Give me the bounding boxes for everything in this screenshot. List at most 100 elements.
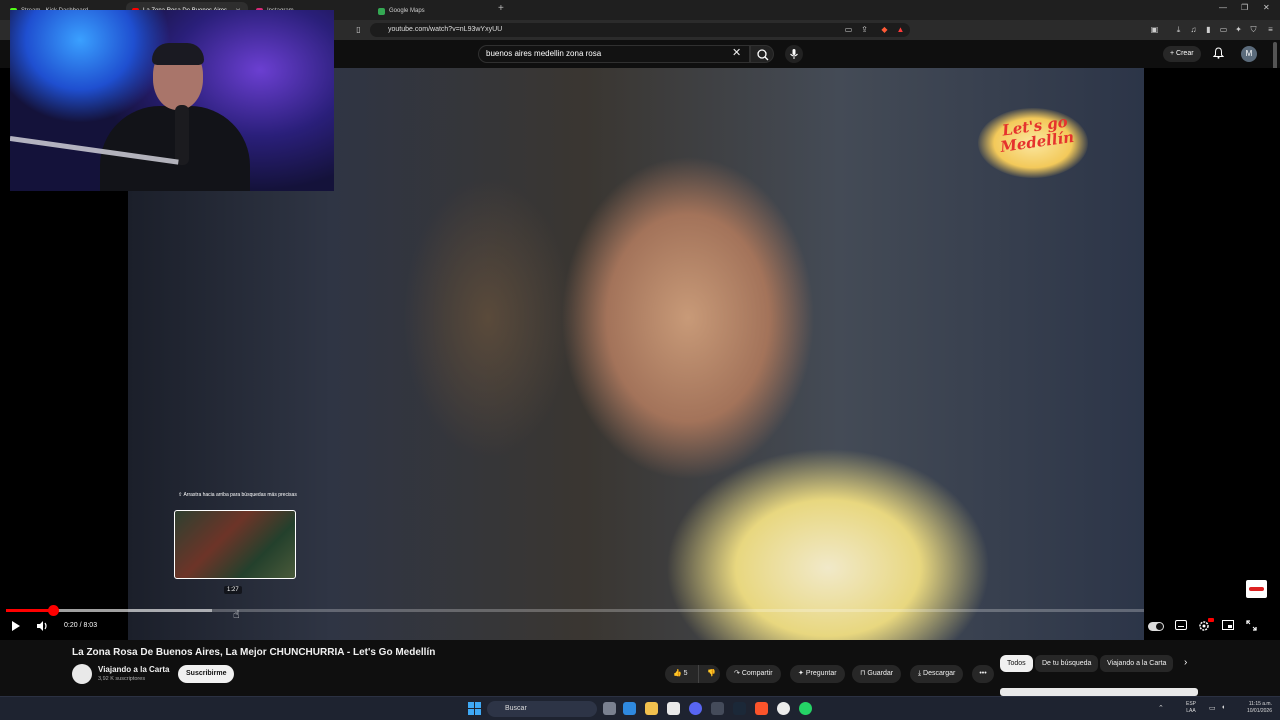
chip-from-search[interactable]: De tu búsqueda bbox=[1035, 655, 1099, 672]
chip-channel[interactable]: Viajando a la Carta bbox=[1100, 655, 1174, 672]
like-button[interactable]: 👍 5 bbox=[665, 665, 698, 683]
subscriber-count: 3,92 K suscriptores bbox=[98, 676, 146, 682]
thumbs-down-icon: 👎 bbox=[707, 670, 716, 677]
streamer-webcam bbox=[10, 10, 334, 191]
tab-label: Google Maps bbox=[389, 8, 425, 14]
windows-start-icon[interactable] bbox=[468, 702, 481, 715]
autoplay-toggle[interactable] bbox=[1148, 622, 1164, 631]
mic-icon bbox=[790, 49, 798, 59]
url-field[interactable]: youtube.com/watch?v=nL93wYxyUU bbox=[370, 23, 910, 37]
youtube-logo-chip[interactable] bbox=[1246, 580, 1267, 598]
share-page-icon[interactable]: ⇪ bbox=[860, 25, 869, 34]
volume-icon bbox=[37, 621, 47, 631]
obs-icon[interactable] bbox=[777, 702, 790, 715]
like-count: 5 bbox=[683, 670, 688, 677]
brave-browser-icon[interactable] bbox=[755, 702, 768, 715]
create-button[interactable]: + Crear bbox=[1163, 46, 1201, 62]
vpn-icon[interactable]: ⛉ bbox=[1249, 25, 1258, 34]
recommendation-thumbnail[interactable] bbox=[1000, 688, 1198, 696]
dislike-button[interactable]: 👎 bbox=[698, 665, 720, 683]
download-button[interactable]: ⤓ Descargar bbox=[910, 665, 964, 683]
wallet-icon[interactable]: ▭ bbox=[1219, 25, 1228, 34]
extensions-icon[interactable]: ✦ bbox=[1234, 25, 1243, 34]
more-actions-button[interactable]: ••• bbox=[972, 665, 994, 683]
taskbar-search-label: Buscar bbox=[505, 705, 527, 712]
notifications-bell-icon[interactable] bbox=[1212, 47, 1225, 62]
settings-button[interactable] bbox=[1198, 618, 1214, 635]
clock-date: 10/01/2026 bbox=[1246, 708, 1272, 714]
play-icon bbox=[12, 621, 20, 631]
share-button[interactable]: ↷ Compartir bbox=[726, 665, 781, 683]
whatsapp-icon[interactable] bbox=[799, 702, 812, 715]
streamer-hair bbox=[152, 43, 204, 65]
task-view-icon[interactable] bbox=[603, 702, 616, 715]
subtitles-icon bbox=[1175, 620, 1187, 630]
windows-taskbar: Buscar ⌃ ESP LAA ▭ ◖ 11:15 a.m. 10/01/20… bbox=[0, 696, 1280, 720]
microphone bbox=[175, 105, 189, 165]
video-title: La Zona Rosa De Buenos Aires, La Mejor C… bbox=[72, 647, 436, 658]
music-icon[interactable]: ♫ bbox=[1189, 25, 1198, 34]
sidebar-icon[interactable]: ▣ bbox=[1150, 25, 1159, 34]
time-display: 0:20 / 8:03 bbox=[64, 622, 98, 629]
download-icon[interactable]: ⤓ bbox=[1174, 25, 1183, 34]
channel-name[interactable]: Viajando a la Carta bbox=[98, 665, 169, 674]
network-icon[interactable]: ▭ bbox=[1209, 704, 1218, 713]
drag-hint-text: ⇧ Arrastra hacia arriba para búsquedas m… bbox=[178, 492, 297, 498]
keyboard-layout: LAA bbox=[1186, 708, 1196, 714]
create-label: Crear bbox=[1176, 50, 1194, 57]
search-button[interactable] bbox=[750, 45, 774, 63]
app-icon[interactable] bbox=[711, 702, 724, 715]
rewards-icon[interactable]: ▲ bbox=[896, 25, 905, 34]
new-tab-button[interactable]: + bbox=[498, 3, 504, 14]
install-icon[interactable]: ▭ bbox=[844, 25, 853, 34]
tray-overflow-icon[interactable]: ⌃ bbox=[1158, 704, 1167, 713]
maximize-icon[interactable]: ❐ bbox=[1241, 3, 1248, 12]
play-button[interactable] bbox=[11, 620, 21, 635]
seek-preview-time: 1:27 bbox=[224, 586, 242, 594]
speaker-icon[interactable]: ◖ bbox=[1221, 704, 1230, 713]
search-input[interactable]: buenos aires medellin zona rosa bbox=[478, 45, 750, 63]
steam-icon[interactable] bbox=[733, 702, 746, 715]
chip-all[interactable]: Todos bbox=[1000, 655, 1033, 672]
share-icon: ↷ bbox=[734, 670, 742, 677]
tab-google-maps[interactable]: Google Maps bbox=[372, 2, 490, 20]
clear-search-icon[interactable]: ✕ bbox=[732, 46, 741, 59]
discord-icon[interactable] bbox=[689, 702, 702, 715]
brave-shield-icon[interactable]: ◆ bbox=[880, 25, 889, 34]
chevron-right-icon[interactable]: › bbox=[1184, 657, 1187, 668]
store-icon[interactable] bbox=[667, 702, 680, 715]
panel-icon[interactable]: ▮ bbox=[1204, 25, 1213, 34]
subtitles-button[interactable] bbox=[1175, 620, 1187, 633]
taskbar-clock[interactable]: 11:15 a.m. 10/01/2026 bbox=[1236, 701, 1272, 715]
fullscreen-button[interactable] bbox=[1246, 620, 1257, 634]
save-button[interactable]: ⊓ Guardar bbox=[852, 665, 902, 683]
subscribe-button[interactable]: Suscribirme bbox=[178, 665, 235, 683]
bookmark-icon[interactable]: ▯ bbox=[354, 25, 363, 34]
account-avatar[interactable]: M bbox=[1241, 46, 1257, 62]
ask-button[interactable]: ✦ Preguntar bbox=[790, 665, 845, 683]
channel-avatar[interactable] bbox=[72, 664, 92, 684]
miniplayer-button[interactable] bbox=[1222, 620, 1234, 633]
fullscreen-icon bbox=[1246, 620, 1257, 631]
volume-button[interactable] bbox=[36, 620, 49, 635]
voice-search-button[interactable] bbox=[785, 45, 803, 63]
minimize-icon[interactable]: — bbox=[1219, 3, 1227, 12]
progress-scrubber-handle[interactable] bbox=[48, 605, 60, 616]
search-icon bbox=[757, 49, 769, 61]
language-code: ESP bbox=[1186, 701, 1197, 707]
url-text: youtube.com/watch?v=nL93wYxyUU bbox=[388, 26, 503, 33]
progress-bar[interactable] bbox=[6, 605, 1144, 616]
download-label: Descargar bbox=[923, 670, 956, 677]
miniplayer-icon bbox=[1222, 620, 1234, 630]
close-window-icon[interactable]: ✕ bbox=[1263, 3, 1270, 12]
hd-badge bbox=[1208, 618, 1214, 622]
menu-icon[interactable]: ≡ bbox=[1266, 25, 1275, 34]
save-label: Guardar bbox=[867, 670, 894, 677]
clock-time: 11:15 a.m. bbox=[1248, 701, 1272, 707]
file-explorer-icon[interactable] bbox=[645, 702, 658, 715]
widgets-icon[interactable] bbox=[623, 702, 636, 715]
language-indicator[interactable]: ESP LAA bbox=[1186, 701, 1196, 715]
search-query: buenos aires medellin zona rosa bbox=[486, 49, 602, 58]
seek-preview-thumbnail bbox=[174, 510, 296, 579]
taskbar-search[interactable]: Buscar bbox=[487, 701, 597, 717]
